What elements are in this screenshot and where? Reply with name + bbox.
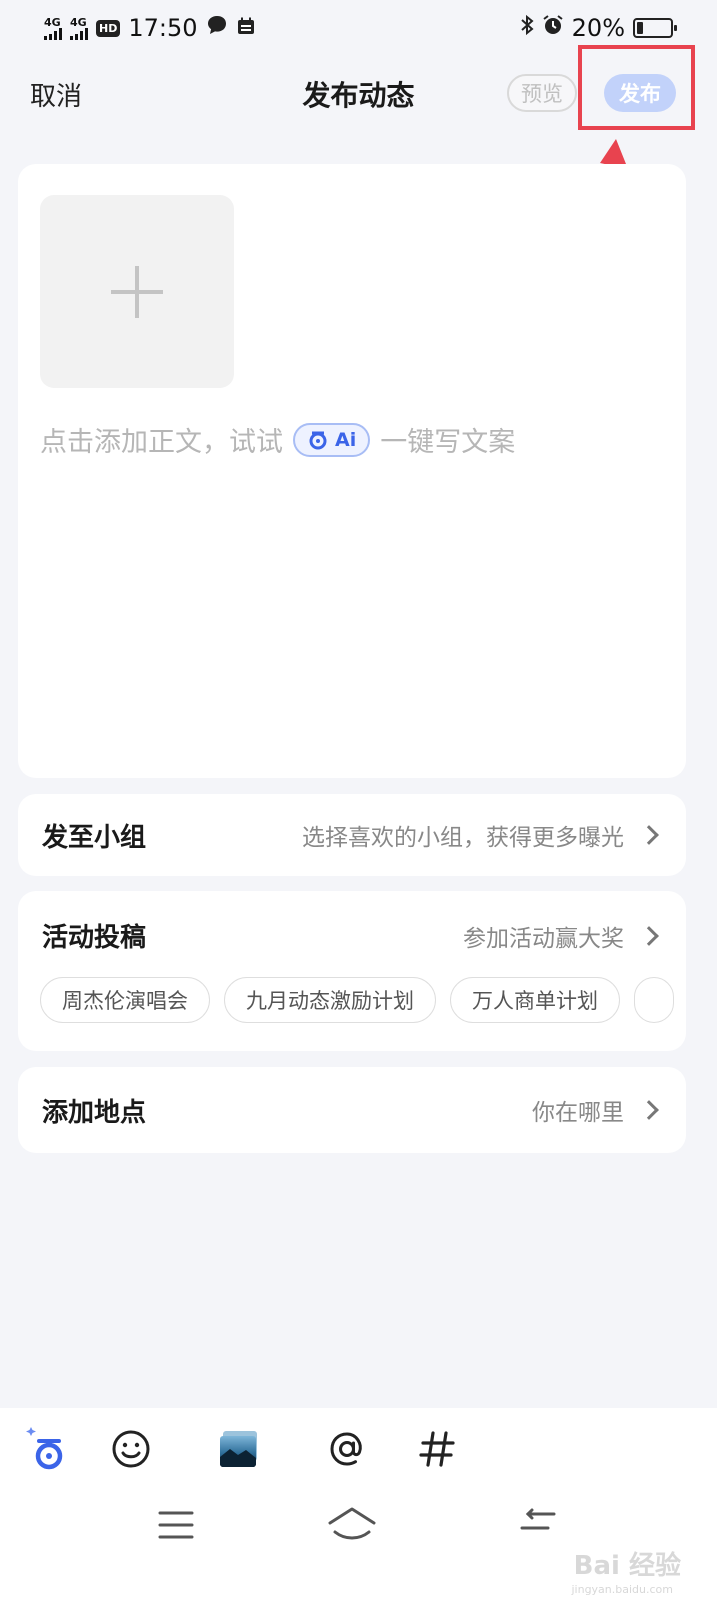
alarm-icon	[542, 14, 564, 42]
activity-title: 活动投稿	[42, 923, 147, 953]
mention-icon[interactable]	[322, 1424, 372, 1474]
ai-assistant-icon[interactable]	[22, 1424, 72, 1474]
hd-badge: HD	[96, 19, 121, 37]
back-icon[interactable]	[518, 1508, 558, 1546]
battery-icon	[633, 18, 677, 38]
editor-toolbar	[0, 1408, 717, 1488]
battery-percent: 20%	[571, 14, 625, 42]
ai-label: Ai	[335, 428, 357, 451]
home-icon[interactable]	[327, 1506, 377, 1548]
activity-chip[interactable]: 九月动态激励计划	[224, 977, 436, 1023]
battery-level	[637, 22, 643, 34]
highlight-annotation	[578, 45, 695, 130]
chevron-right-icon	[639, 925, 659, 946]
signal-bars-icon	[44, 27, 62, 40]
group-hint-wrap: 选择喜欢的小组，获得更多曝光	[302, 818, 659, 852]
plus-icon	[111, 265, 163, 318]
signal-bars-icon	[70, 27, 88, 40]
hashtag-icon[interactable]	[412, 1424, 462, 1474]
activity-chip[interactable]: 周杰伦演唱会	[40, 977, 210, 1023]
activity-header[interactable]: 活动投稿 参加活动赢大奖	[42, 917, 659, 954]
placeholder-suffix: 一键写文案	[380, 427, 516, 458]
activity-submission-card: 活动投稿 参加活动赢大奖 周杰伦演唱会 九月动态激励计划 万人商单计划	[18, 891, 686, 1051]
location-title: 添加地点	[42, 1097, 147, 1128]
gallery-icon[interactable]	[214, 1424, 264, 1474]
body-text-input[interactable]: 点击添加正文，试试 Ai 一键写文案	[40, 420, 515, 459]
watermark-site: jingyan.baidu.com	[571, 1583, 673, 1596]
emoji-icon[interactable]	[106, 1424, 156, 1474]
add-image-button[interactable]	[40, 195, 234, 388]
location-hint: 你在哪里	[532, 1100, 624, 1126]
chevron-right-icon	[639, 825, 659, 845]
calendar-icon	[236, 14, 256, 42]
activity-hint-wrap: 参加活动赢大奖	[463, 919, 659, 953]
add-location-row[interactable]: 添加地点 你在哪里	[18, 1067, 686, 1153]
placeholder-prefix: 点击添加正文，试试	[40, 427, 283, 458]
status-left: 4G 4G HD 17:50	[44, 14, 256, 42]
status-right: 20%	[520, 14, 677, 42]
clock: 17:50	[128, 14, 198, 42]
activity-hint: 参加活动赢大奖	[463, 925, 624, 952]
ai-write-button[interactable]: Ai	[293, 422, 371, 457]
signal-2: 4G	[70, 17, 88, 40]
chevron-right-icon	[639, 1100, 659, 1120]
message-icon	[206, 14, 228, 42]
signal-1: 4G	[44, 17, 62, 40]
group-hint: 选择喜欢的小组，获得更多曝光	[302, 825, 624, 851]
location-hint-wrap: 你在哪里	[532, 1093, 659, 1127]
activity-chip-partial[interactable]	[634, 977, 674, 1023]
menu-icon[interactable]	[158, 1510, 194, 1544]
group-title: 发至小组	[42, 822, 147, 853]
activity-chips: 周杰伦演唱会 九月动态激励计划 万人商单计划	[40, 977, 686, 1023]
post-editor: 点击添加正文，试试 Ai 一键写文案	[18, 164, 686, 778]
activity-chip[interactable]: 万人商单计划	[450, 977, 620, 1023]
ai-assistant-icon	[309, 431, 327, 449]
watermark-brand: Bai 经验	[573, 1551, 681, 1581]
post-to-group-row[interactable]: 发至小组 选择喜欢的小组，获得更多曝光	[18, 794, 686, 876]
bluetooth-icon	[520, 14, 534, 42]
system-nav-bar: Bai 经验 jingyan.baidu.com	[0, 1488, 717, 1600]
preview-button[interactable]: 预览	[507, 74, 577, 112]
